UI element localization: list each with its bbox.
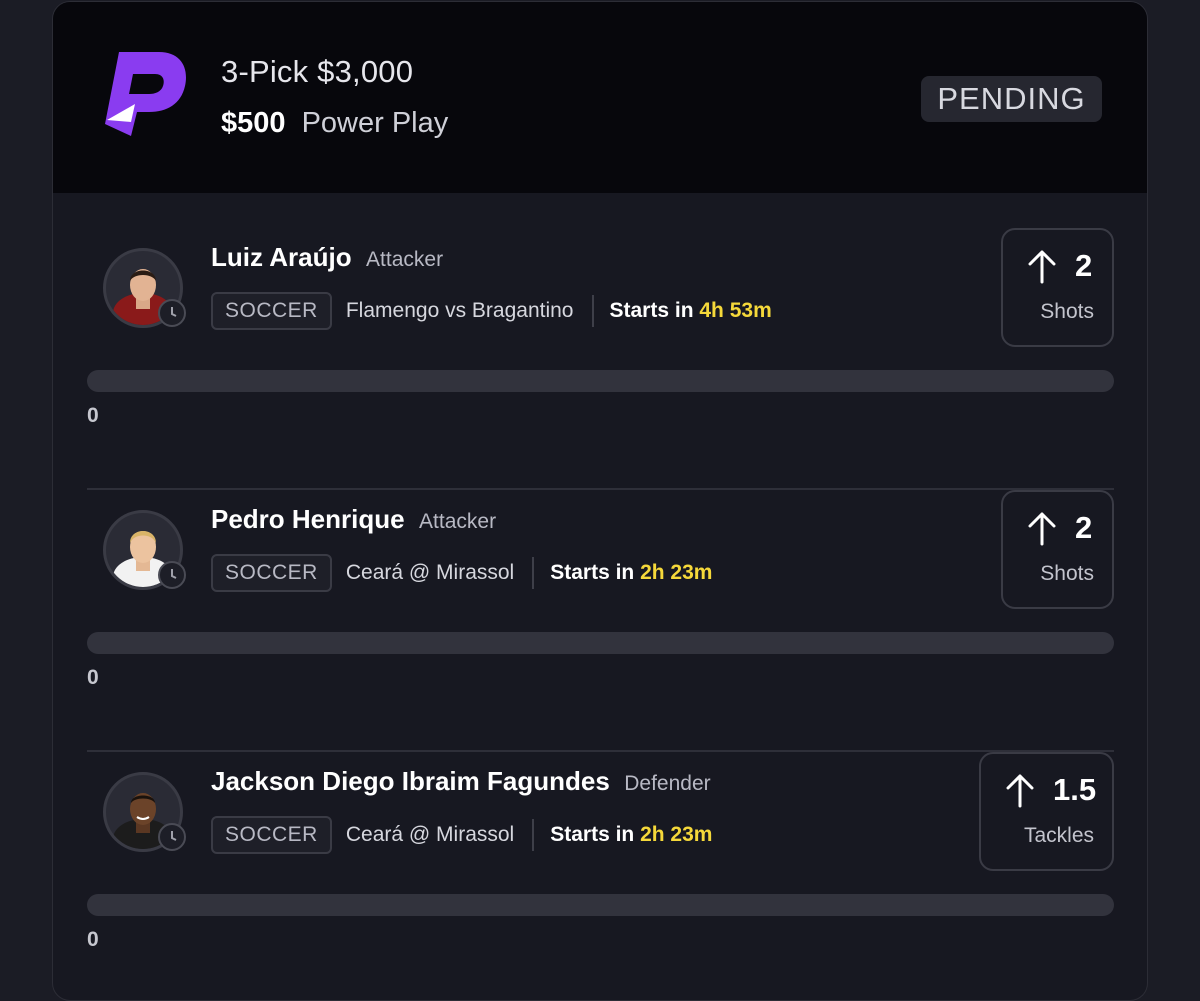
projection-stat: Shots [1040, 562, 1094, 585]
progress-value: 0 [87, 404, 99, 427]
projection-line: 1.5 [1053, 772, 1097, 807]
start-countdown: Starts in 2h 23m [550, 823, 712, 847]
sport-tag: SOCCER [211, 554, 332, 592]
player-name: Luiz Araújo [211, 242, 352, 272]
starts-label: Starts in [609, 299, 694, 322]
projection-stat: Shots [1040, 300, 1094, 323]
entry-card[interactable]: 3-Pick $3,000 $500 Power Play PENDING Lu… [52, 1, 1148, 1001]
entry-play-type: Power Play [301, 107, 449, 139]
entry-title: 3-Pick $3,000 [221, 54, 414, 89]
progress-value: 0 [87, 928, 99, 951]
progress-bar [87, 370, 1114, 392]
clock-icon [158, 299, 186, 327]
entry-header: 3-Pick $3,000 $500 Power Play PENDING [53, 2, 1147, 193]
starts-time: 2h 23m [640, 561, 713, 584]
game-meta: SOCCER Flamengo vs Bragantino Starts in … [211, 292, 772, 330]
status-badge: PENDING [921, 76, 1102, 122]
projection-line: 2 [1075, 248, 1093, 283]
matchup: Flamengo vs Bragantino [345, 299, 574, 322]
pick-row[interactable]: Jackson Diego Ibraim Fagundes Defender S… [87, 752, 1114, 1000]
meta-divider [532, 819, 535, 851]
game-meta: SOCCER Ceará @ Mirassol Starts in 2h 23m [211, 816, 712, 854]
up-arrow-icon [1028, 512, 1056, 546]
entry-subtitle: $500 Power Play [221, 107, 448, 140]
player-line: Luiz Araújo Attacker [211, 242, 443, 273]
clock-icon [158, 561, 186, 589]
sport-tag: SOCCER [211, 816, 332, 854]
player-position: Attacker [366, 248, 444, 271]
progress-bar [87, 894, 1114, 916]
pick-row[interactable]: Pedro Henrique Attacker SOCCER Ceará @ M… [87, 490, 1114, 752]
game-meta: SOCCER Ceará @ Mirassol Starts in 2h 23m [211, 554, 712, 592]
player-position: Attacker [419, 510, 497, 533]
sport-tag: SOCCER [211, 292, 332, 330]
player-position: Defender [624, 772, 711, 795]
entry-amount: $500 [221, 107, 286, 139]
projection-box[interactable]: 1.5 Tackles [979, 752, 1114, 871]
meta-divider [591, 295, 594, 327]
up-arrow-icon [1028, 250, 1056, 284]
projection-box[interactable]: 2 Shots [1001, 228, 1114, 347]
player-name: Pedro Henrique [211, 504, 405, 534]
matchup: Ceará @ Mirassol [345, 823, 515, 846]
player-line: Jackson Diego Ibraim Fagundes Defender [211, 766, 711, 797]
player-line: Pedro Henrique Attacker [211, 504, 496, 535]
meta-divider [532, 557, 535, 589]
starts-label: Starts in [550, 561, 635, 584]
starts-time: 4h 53m [699, 299, 772, 322]
projection-line: 2 [1075, 510, 1093, 545]
start-countdown: Starts in 2h 23m [550, 561, 712, 585]
progress-value: 0 [87, 666, 99, 689]
prizepicks-logo [105, 52, 186, 136]
clock-icon [158, 823, 186, 851]
pick-row[interactable]: Luiz Araújo Attacker SOCCER Flamengo vs … [87, 228, 1114, 490]
up-arrow-icon [1006, 774, 1034, 808]
player-name: Jackson Diego Ibraim Fagundes [211, 766, 610, 796]
starts-label: Starts in [550, 823, 635, 846]
start-countdown: Starts in 4h 53m [610, 299, 772, 323]
matchup: Ceará @ Mirassol [345, 561, 515, 584]
projection-box[interactable]: 2 Shots [1001, 490, 1114, 609]
projection-stat: Tackles [1023, 824, 1094, 847]
progress-bar [87, 632, 1114, 654]
starts-time: 2h 23m [640, 823, 713, 846]
